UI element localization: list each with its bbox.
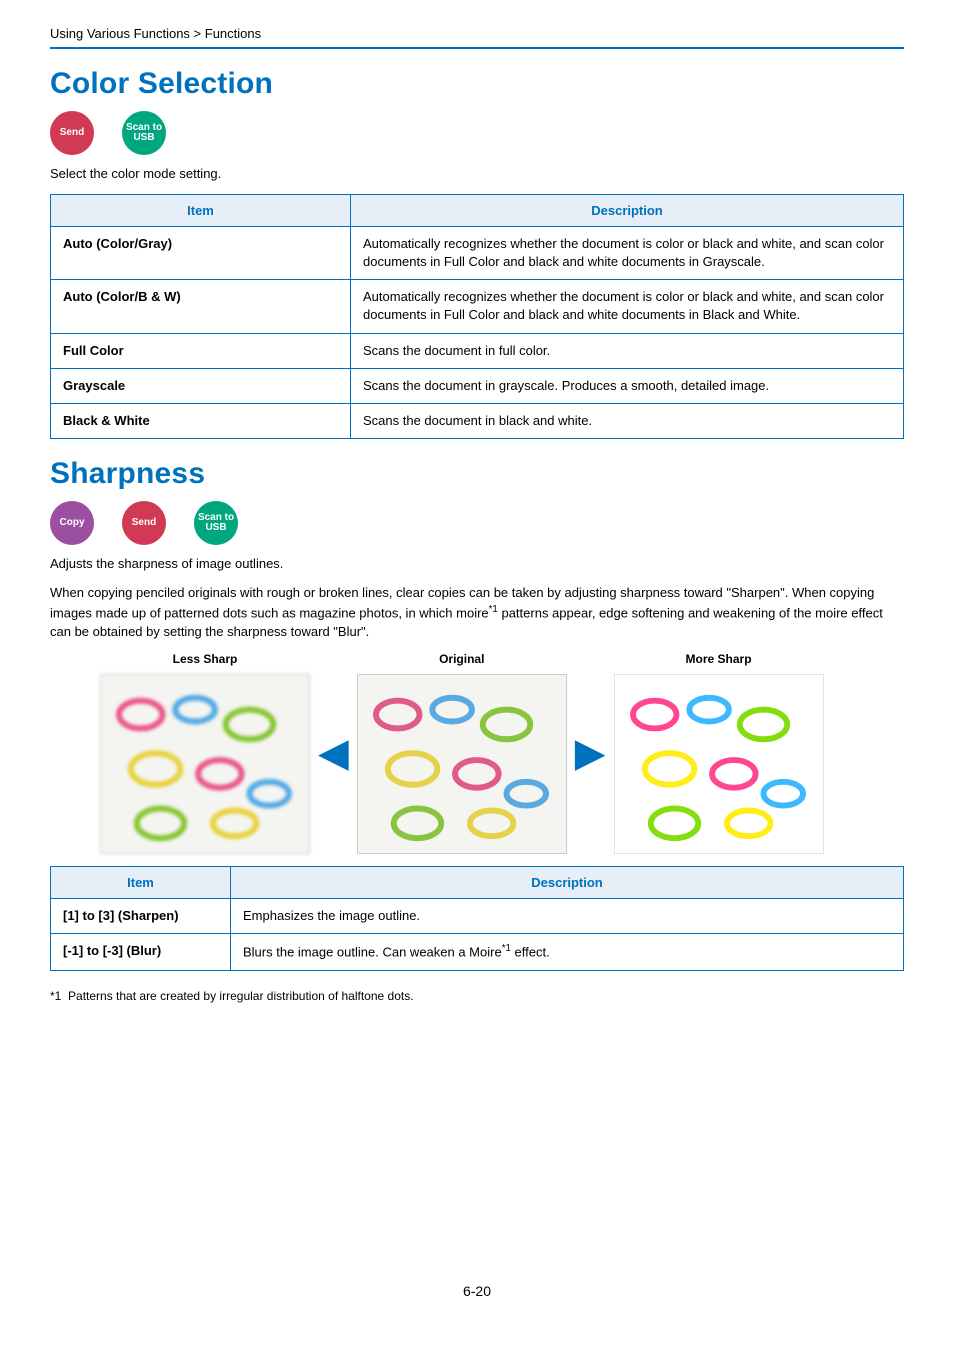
table-row: Auto (Color/Gray) Automatically recogniz… xyxy=(51,226,904,279)
page-number: 6-20 xyxy=(50,1283,904,1299)
sample-less-image xyxy=(100,674,310,854)
cs-desc-3: Scans the document in grayscale. Produce… xyxy=(351,368,904,403)
sh-item-0: [1] to [3] (Sharpen) xyxy=(51,898,231,933)
sh-desc-0: Emphasizes the image outline. xyxy=(231,898,904,933)
arrow-left-icon: ◀ xyxy=(318,733,349,773)
table-row: Grayscale Scans the document in grayscal… xyxy=(51,368,904,403)
sh-desc-1-sup: *1 xyxy=(502,943,511,954)
table-row: Auto (Color/B & W) Automatically recogni… xyxy=(51,280,904,333)
table-header-item: Item xyxy=(51,194,351,226)
cs-item-4: Black & White xyxy=(51,403,351,438)
badge-send: Send xyxy=(50,111,94,155)
sharpness-intro: Adjusts the sharpness of image outlines. xyxy=(50,555,904,574)
table-row: Black & White Scans the document in blac… xyxy=(51,403,904,438)
sh-desc-1-post: effect. xyxy=(511,944,550,959)
top-rule xyxy=(50,47,904,49)
sharpness-samples: Less Sharp ◀ xyxy=(50,652,904,854)
footnote-text: Patterns that are created by irregular d… xyxy=(68,989,414,1003)
table-header-desc: Description xyxy=(351,194,904,226)
sample-more-label: More Sharp xyxy=(686,652,752,666)
table-header-item: Item xyxy=(51,866,231,898)
cs-desc-2: Scans the document in full color. xyxy=(351,333,904,368)
color-selection-table: Item Description Auto (Color/Gray) Autom… xyxy=(50,194,904,439)
sharpness-title: Sharpness xyxy=(50,457,904,491)
sample-orig-image xyxy=(357,674,567,854)
sh-desc-0-pre: Emphasizes the image outline. xyxy=(243,908,420,923)
sh-desc-1: Blurs the image outline. Can weaken a Mo… xyxy=(231,934,904,971)
cs-desc-1: Automatically recognizes whether the doc… xyxy=(351,280,904,333)
cs-item-1: Auto (Color/B & W) xyxy=(51,280,351,333)
table-row: Full Color Scans the document in full co… xyxy=(51,333,904,368)
badge-scan-to-usb: Scan toUSB xyxy=(122,111,166,155)
cs-item-0: Auto (Color/Gray) xyxy=(51,226,351,279)
sharpness-body-sup: *1 xyxy=(489,604,498,615)
sample-orig-label: Original xyxy=(439,652,484,666)
sharpness-body: When copying penciled originals with rou… xyxy=(50,584,904,642)
sharpness-footnote: *1 Patterns that are created by irregula… xyxy=(50,989,904,1003)
badge-copy: Copy xyxy=(50,501,94,545)
cs-item-3: Grayscale xyxy=(51,368,351,403)
sample-more-sharp: More Sharp xyxy=(614,652,824,854)
sh-desc-1-pre: Blurs the image outline. Can weaken a Mo… xyxy=(243,944,502,959)
sharpness-table: Item Description [1] to [3] (Sharpen) Em… xyxy=(50,866,904,971)
sample-less-label: Less Sharp xyxy=(173,652,238,666)
arrow-right-icon: ▶ xyxy=(575,733,606,773)
table-row: [1] to [3] (Sharpen) Emphasizes the imag… xyxy=(51,898,904,933)
sh-item-1: [-1] to [-3] (Blur) xyxy=(51,934,231,971)
breadcrumb: Using Various Functions > Functions xyxy=(50,26,904,41)
cs-desc-4: Scans the document in black and white. xyxy=(351,403,904,438)
footnote-label: *1 xyxy=(50,989,61,1003)
sample-more-image xyxy=(614,674,824,854)
color-selection-title: Color Selection xyxy=(50,67,904,101)
badge-scan-to-usb: Scan toUSB xyxy=(194,501,238,545)
sample-less-sharp: Less Sharp xyxy=(100,652,310,854)
sharpness-badges: Copy Send Scan toUSB xyxy=(50,501,904,545)
cs-desc-0: Automatically recognizes whether the doc… xyxy=(351,226,904,279)
color-selection-badges: Send Scan toUSB xyxy=(50,111,904,155)
cs-item-2: Full Color xyxy=(51,333,351,368)
table-header-desc: Description xyxy=(231,866,904,898)
sample-original: Original xyxy=(357,652,567,854)
badge-send: Send xyxy=(122,501,166,545)
color-selection-intro: Select the color mode setting. xyxy=(50,165,904,184)
table-row: [-1] to [-3] (Blur) Blurs the image outl… xyxy=(51,934,904,971)
